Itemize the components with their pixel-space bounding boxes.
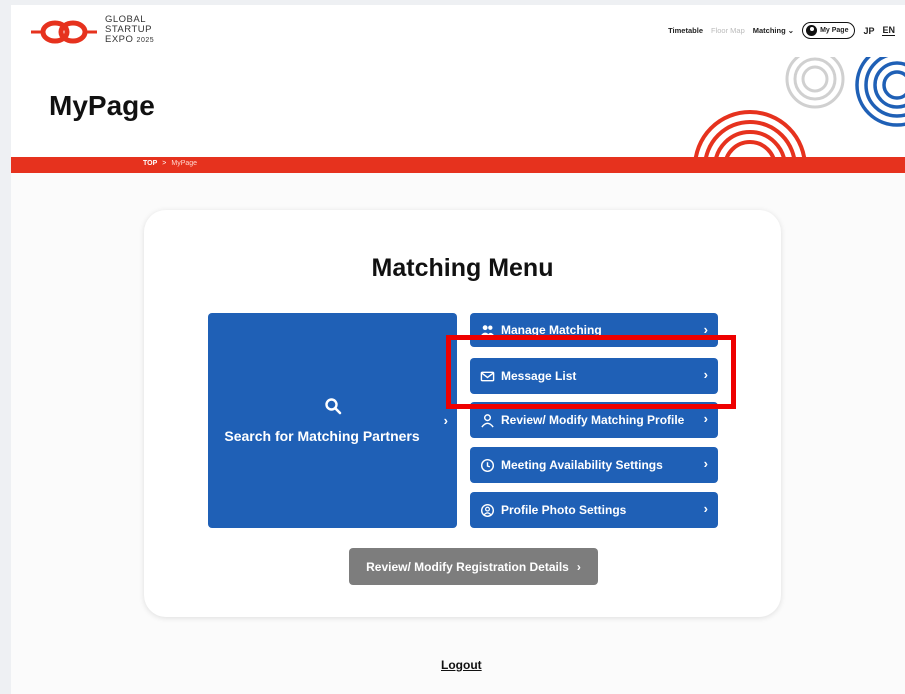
chevron-right-icon: ›: [703, 456, 708, 471]
search-matching-partners-button[interactable]: Search for Matching Partners ›: [208, 313, 457, 528]
review-modify-registration-label: Review/ Modify Registration Details: [366, 559, 569, 574]
logo-text: GLOBAL STARTUP EXPO 2025: [105, 15, 154, 46]
breadcrumb-top[interactable]: TOP: [143, 160, 157, 167]
review-modify-registration-button[interactable]: Review/ Modify Registration Details ›: [349, 548, 598, 585]
nav-floor-map[interactable]: Floor Map: [711, 26, 745, 35]
chevron-right-icon: ›: [443, 413, 448, 428]
chevron-down-icon: ⌄: [787, 26, 795, 35]
user-circle-icon: [480, 503, 495, 517]
breadcrumb-current: MyPage: [171, 160, 198, 167]
breadcrumb-bar: TOP > MyPage: [11, 157, 905, 173]
person-icon: [481, 413, 494, 428]
highlight-box: [446, 335, 736, 409]
nav-matching[interactable]: Matching ⌄: [753, 26, 794, 35]
chevron-right-icon: ›: [703, 501, 708, 516]
lang-en[interactable]: EN: [882, 25, 895, 36]
site-header: GLOBAL STARTUP EXPO 2025 Timetable Floor…: [11, 5, 905, 57]
breadcrumb-separator: >: [162, 160, 167, 167]
logo-year: 2025: [136, 37, 155, 44]
hero-banner: MyPage: [11, 57, 905, 157]
decorative-arcs-icon: [693, 57, 905, 157]
search-matching-partners-label: Search for Matching Partners: [224, 428, 420, 444]
meeting-availability-settings-button[interactable]: Meeting Availability Settings ›: [470, 447, 718, 483]
nav-matching-label: Matching: [752, 26, 786, 35]
logo-line-expo: EXPO: [105, 34, 134, 45]
top-navigation: Timetable Floor Map Matching ⌄ My Page J…: [668, 22, 895, 39]
logout-link[interactable]: Logout: [441, 658, 482, 672]
mypage-label: My Page: [820, 27, 849, 34]
breadcrumb: TOP > MyPage: [143, 160, 197, 167]
matching-menu-card: Matching Menu Search for Matching Partne…: [144, 210, 781, 617]
search-icon: [325, 398, 342, 415]
clock-icon: [480, 458, 495, 472]
page-title: MyPage: [49, 90, 155, 121]
profile-photo-settings-button[interactable]: Profile Photo Settings ›: [470, 492, 718, 528]
logo-mark-icon: [31, 20, 97, 44]
matching-menu-title: Matching Menu: [371, 254, 554, 282]
meeting-availability-settings-label: Meeting Availability Settings: [501, 458, 663, 472]
profile-photo-settings-label: Profile Photo Settings: [501, 503, 627, 517]
avatar-icon: [806, 25, 818, 36]
nav-timetable[interactable]: Timetable: [668, 26, 703, 35]
review-modify-matching-profile-label: Review/ Modify Matching Profile: [501, 413, 685, 427]
chevron-right-icon: ›: [576, 559, 581, 574]
global-startup-expo-logo[interactable]: GLOBAL STARTUP EXPO 2025: [29, 15, 159, 49]
lang-jp[interactable]: JP: [863, 26, 874, 36]
mypage-button[interactable]: My Page: [802, 22, 856, 39]
chevron-right-icon: ›: [703, 411, 708, 426]
